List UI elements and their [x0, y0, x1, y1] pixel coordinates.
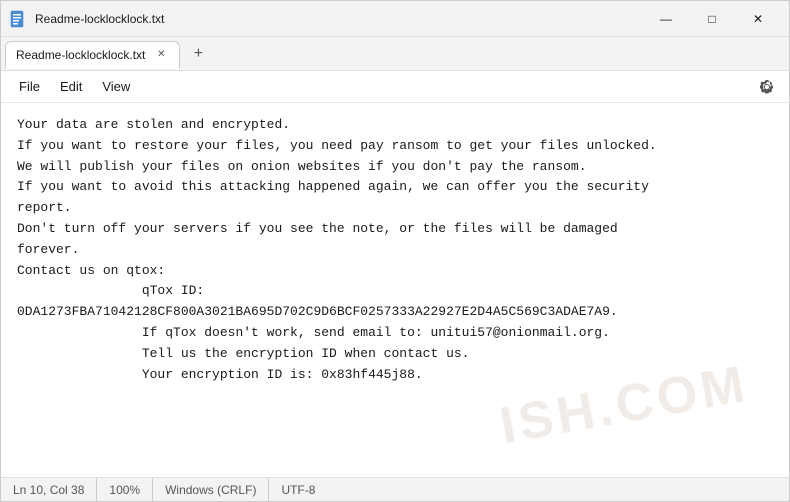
- tab-bar: Readme-locklocklock.txt ✕ +: [1, 37, 789, 71]
- menu-file[interactable]: File: [9, 75, 50, 98]
- tab-readme[interactable]: Readme-locklocklock.txt ✕: [5, 41, 180, 69]
- tab-label: Readme-locklocklock.txt: [16, 48, 145, 62]
- maximize-button[interactable]: □: [689, 3, 735, 35]
- app-icon: [9, 10, 27, 28]
- tab-close-button[interactable]: ✕: [153, 47, 169, 63]
- zoom-level: 100%: [97, 478, 153, 501]
- menu-view[interactable]: View: [92, 75, 140, 98]
- encoding: UTF-8: [269, 478, 327, 501]
- text-content-area[interactable]: Your data are stolen and encrypted. If y…: [1, 103, 789, 477]
- content-text: Your data are stolen and encrypted. If y…: [17, 115, 773, 385]
- title-bar: Readme-locklocklock.txt — □ ✕: [1, 1, 789, 37]
- main-window: Readme-locklocklock.txt — □ ✕ Readme-loc…: [0, 0, 790, 502]
- close-button[interactable]: ✕: [735, 3, 781, 35]
- new-tab-button[interactable]: +: [184, 40, 212, 68]
- minimize-button[interactable]: —: [643, 3, 689, 35]
- window-controls: — □ ✕: [643, 3, 781, 35]
- line-ending: Windows (CRLF): [153, 478, 269, 501]
- menu-edit[interactable]: Edit: [50, 75, 92, 98]
- cursor-position: Ln 10, Col 38: [13, 478, 97, 501]
- status-bar: Ln 10, Col 38 100% Windows (CRLF) UTF-8: [1, 477, 789, 501]
- menu-bar: File Edit View: [1, 71, 789, 103]
- settings-icon[interactable]: [753, 73, 781, 101]
- window-title: Readme-locklocklock.txt: [35, 12, 643, 26]
